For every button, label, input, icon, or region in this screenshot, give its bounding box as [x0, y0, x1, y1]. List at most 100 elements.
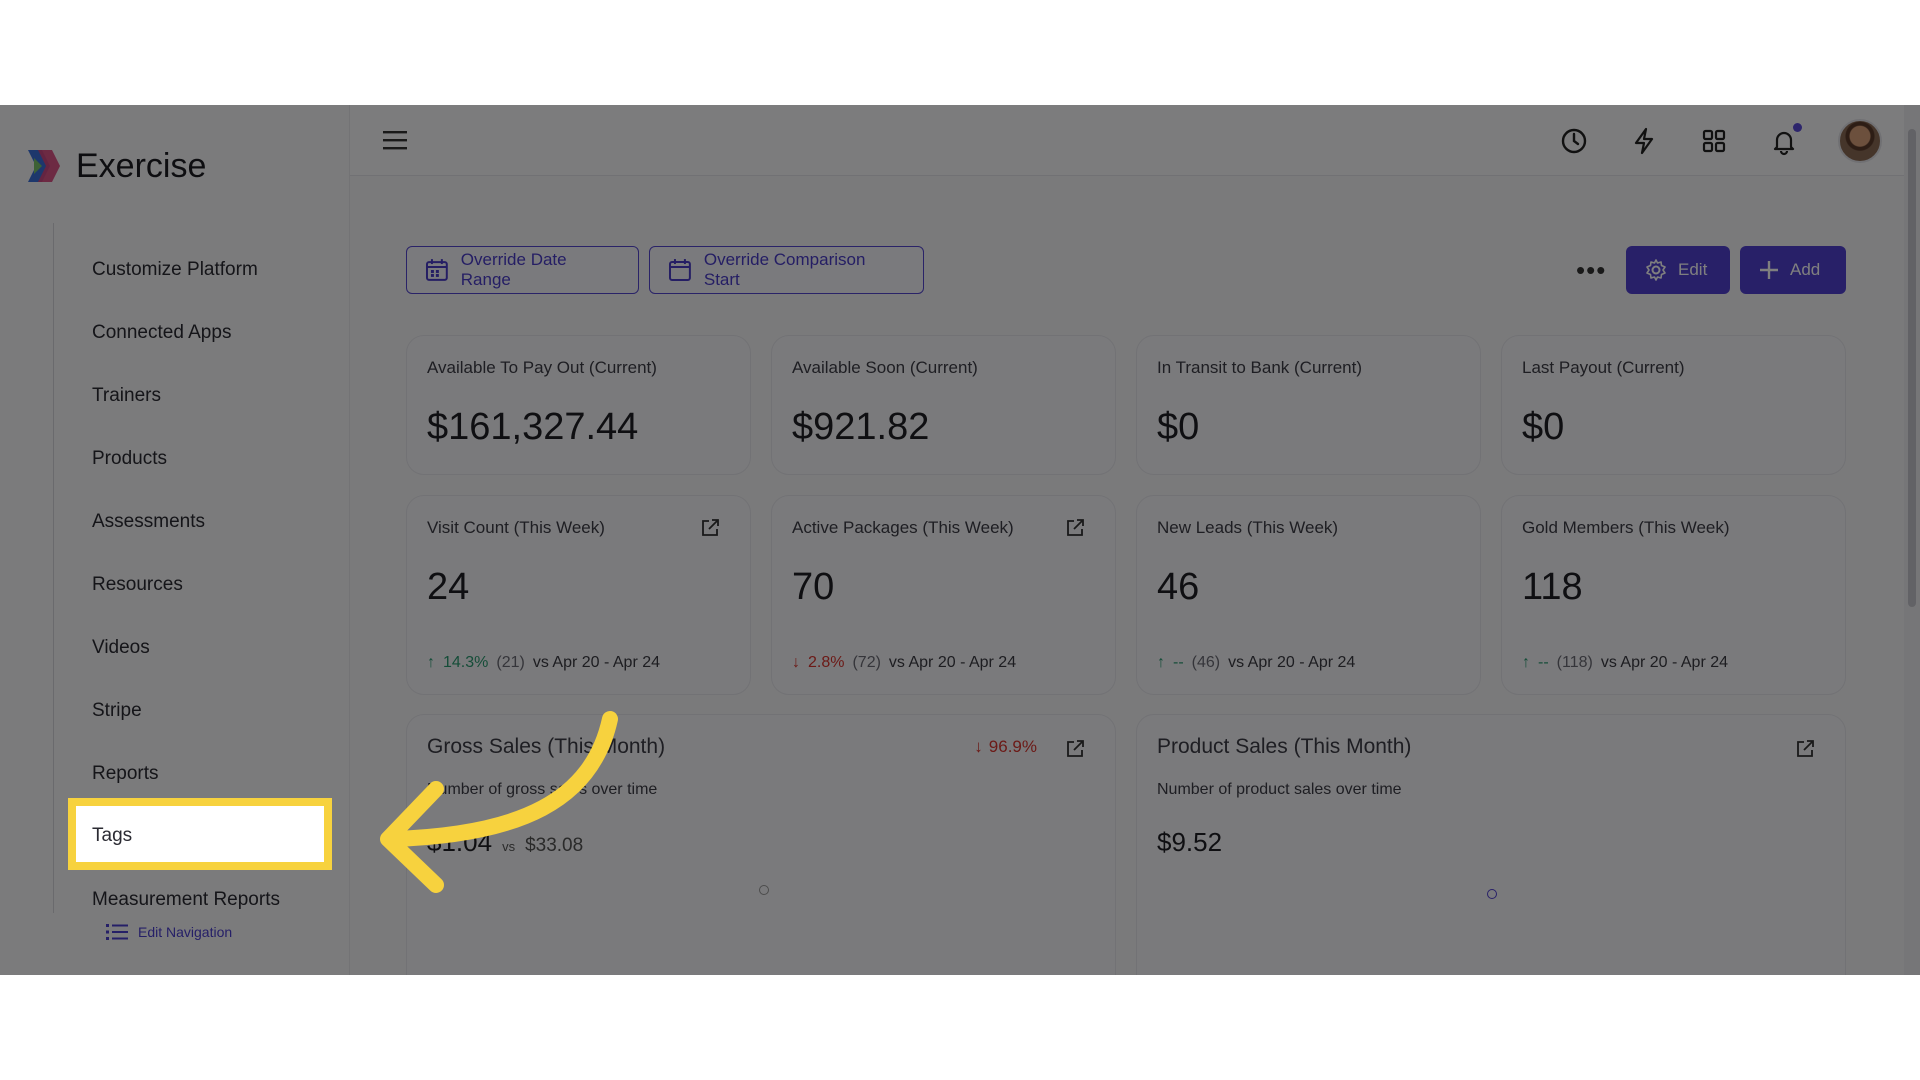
edit-navigation-link[interactable]: Edit Navigation: [106, 923, 232, 941]
edit-button[interactable]: Edit: [1626, 246, 1730, 294]
card-value: 70: [792, 566, 835, 608]
external-link-icon[interactable]: [1065, 739, 1085, 759]
calendar-icon: [425, 259, 448, 281]
edit-navigation-label: Edit Navigation: [138, 924, 233, 940]
notification-dot: [1793, 123, 1802, 132]
trend-comparison: vs Apr 20 - Apr 24: [888, 654, 1017, 671]
product-sales-value: $9.52: [1157, 827, 1223, 857]
notifications-button[interactable]: [1768, 123, 1802, 157]
card-title: Last Payout (Current): [1522, 358, 1685, 377]
list-icon: [106, 924, 128, 940]
card-visit-count: Visit Count (This Week) 24 ↑ 14.3% (21) …: [406, 495, 751, 695]
card-value: $0: [1157, 406, 1200, 448]
external-link-icon[interactable]: [700, 518, 720, 538]
trend-previous: (72): [852, 654, 881, 671]
card-title: Product Sales (This Month): [1157, 735, 1412, 758]
clock-icon[interactable]: [1558, 125, 1590, 157]
external-link-icon[interactable]: [1065, 518, 1085, 538]
app-name: Exercise: [76, 146, 207, 185]
card-title: New Leads (This Week): [1157, 518, 1339, 537]
card-in-transit-to-bank: In Transit to Bank (Current) $0: [1136, 335, 1481, 475]
gross-sales-change-value: 96.9%: [988, 737, 1037, 756]
card-last-payout: Last Payout (Current) $0: [1501, 335, 1846, 475]
card-product-sales: Product Sales (This Month) Number of pro…: [1136, 714, 1846, 975]
sidebar-item-customize-platform[interactable]: Customize Platform: [92, 255, 258, 285]
logo-icon: [28, 150, 60, 182]
sidebar-item-tags-label: Tags: [92, 825, 133, 846]
trend-previous: (21): [496, 654, 525, 671]
trend: ↓ 2.8% (72) vs Apr 20 - Apr 24: [792, 654, 1016, 672]
trend: ↑ 14.3% (21) vs Apr 20 - Apr 24: [427, 654, 660, 672]
external-link-icon[interactable]: [1795, 739, 1815, 759]
override-date-range-label: Override Date Range: [460, 250, 567, 289]
card-active-packages: Active Packages (This Week) 70 ↓ 2.8% (7…: [771, 495, 1116, 695]
add-button[interactable]: Add: [1740, 246, 1846, 294]
arrow-up-icon: ↑: [1157, 654, 1165, 671]
trend-change: --: [1538, 654, 1549, 671]
trend-comparison: vs Apr 20 - Apr 24: [532, 654, 661, 671]
apps-grid-icon[interactable]: [1698, 125, 1730, 157]
gross-sales-change: ↓ 96.9%: [974, 737, 1037, 757]
user-avatar[interactable]: [1838, 119, 1882, 163]
trend-comparison: vs Apr 20 - Apr 24: [1600, 654, 1729, 671]
trend-previous: (46): [1191, 654, 1221, 671]
card-value: $161,327.44: [427, 406, 639, 448]
calendar-icon: [668, 259, 691, 281]
menu-icon[interactable]: [382, 127, 408, 153]
override-date-range-button[interactable]: Override Date Range: [406, 246, 639, 294]
override-comparison-start-label: Override Comparison Start: [703, 250, 866, 289]
sidebar-item-resources[interactable]: Resources: [92, 570, 183, 600]
card-gold-members: Gold Members (This Week) 118 ↑ -- (118) …: [1501, 495, 1846, 695]
trend: ↑ -- (46) vs Apr 20 - Apr 24: [1157, 654, 1355, 672]
card-available-soon: Available Soon (Current) $921.82: [771, 335, 1116, 475]
sidebar-item-stripe[interactable]: Stripe: [92, 696, 142, 726]
trend-change: 14.3%: [443, 654, 489, 671]
more-options-button[interactable]: •••: [1576, 255, 1606, 286]
override-comparison-start-button[interactable]: Override Comparison Start: [649, 246, 924, 294]
card-title: Visit Count (This Week): [427, 518, 605, 537]
gear-icon: [1646, 259, 1666, 281]
sidebar-item-measurement-reports[interactable]: Measurement Reports: [92, 885, 280, 915]
sidebar-item-connected-apps[interactable]: Connected Apps: [92, 318, 231, 348]
arrow-up-icon: ↑: [427, 654, 435, 671]
card-value: $0: [1522, 406, 1565, 448]
sidebar-item-reports[interactable]: Reports: [92, 759, 159, 789]
chart-point: [759, 885, 769, 895]
sidebar-item-products[interactable]: Products: [92, 444, 167, 474]
card-value: 118: [1522, 566, 1583, 608]
card-title: In Transit to Bank (Current): [1157, 358, 1363, 377]
trend-previous: (118): [1556, 654, 1593, 671]
trend-comparison: vs Apr 20 - Apr 24: [1228, 654, 1356, 671]
add-label: Add: [1790, 260, 1821, 279]
lightning-icon[interactable]: [1628, 125, 1660, 157]
card-subtitle: Number of product sales over time: [1157, 781, 1402, 798]
sidebar-item-tags[interactable]: Tags: [68, 798, 332, 870]
nav-rail: [53, 223, 54, 913]
trend: ↑ -- (118) vs Apr 20 - Apr 24: [1522, 654, 1728, 672]
edit-label: Edit: [1678, 260, 1708, 279]
card-title: Active Packages (This Week): [792, 518, 1014, 537]
sidebar-item-trainers[interactable]: Trainers: [92, 381, 161, 411]
chart-point: [1487, 889, 1497, 899]
pointer-arrow-icon: [380, 711, 618, 893]
scrollbar-thumb[interactable]: [1908, 129, 1916, 607]
card-title: Available Soon (Current): [792, 358, 978, 377]
plus-icon: [1760, 261, 1778, 279]
card-value: $921.82: [792, 406, 930, 448]
trend-change: 2.8%: [808, 654, 845, 671]
card-value: 24: [427, 566, 470, 608]
card-title: Gold Members (This Week): [1522, 518, 1730, 537]
top-bar: [350, 105, 1920, 176]
top-icons: [1558, 119, 1882, 163]
logo[interactable]: Exercise: [24, 146, 206, 186]
scrollbar[interactable]: [1904, 105, 1920, 975]
sidebar-item-assessments[interactable]: Assessments: [92, 507, 205, 537]
arrow-down-icon: ↓: [792, 654, 800, 671]
card-available-to-pay-out: Available To Pay Out (Current) $161,327.…: [406, 335, 751, 475]
card-value: 46: [1157, 566, 1200, 608]
arrow-up-icon: ↑: [1522, 654, 1530, 671]
card-title: Available To Pay Out (Current): [427, 358, 657, 377]
trend-change: --: [1173, 654, 1184, 671]
sidebar-item-videos[interactable]: Videos: [92, 633, 150, 663]
arrow-down-icon: ↓: [974, 737, 983, 756]
